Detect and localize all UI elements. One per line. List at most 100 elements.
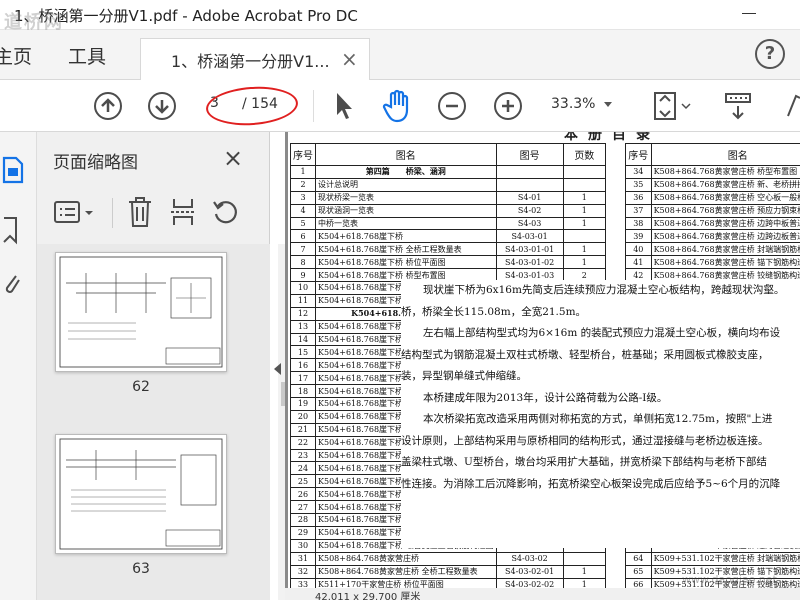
collapse-panel-arrow-icon[interactable] [274,363,281,375]
table-cell: 9 [290,268,316,283]
table-cell: 15 [290,345,316,360]
table-cell: 23 [290,448,316,463]
window-title: 1、桥涵第一分册V1.pdf - Adobe Acrobat Pro DC [14,7,358,25]
table-cell: 14 [290,332,316,347]
table-cell: 65 [625,564,652,579]
table-cell: 24 [290,461,316,476]
table-cell [562,229,607,244]
table-cell: K508+864.768黄家营庄桥 锚下钢筋构造图 [650,255,800,270]
thumbnail-list: 62 63 [37,244,298,600]
table-cell: 16 [290,358,316,373]
zoom-in-button[interactable] [494,92,522,120]
table-cell: 2 [290,177,316,192]
table-cell: 30 [290,538,316,553]
fit-page-icon[interactable] [652,90,692,122]
table-cell [562,165,607,179]
thumbnail-label: 63 [132,561,150,577]
table-cell: 22 [290,435,316,450]
table-cell: K509+531.102干家营庄桥 封端端钢筋构造 [650,551,800,566]
table-cell: 13 [290,319,316,334]
red-annotation-oval [204,83,300,129]
table-cell: 1 [562,190,607,205]
table-cell: K508+864.768黄家营庄桥 桥型布置图 [650,165,800,179]
description-line: 结构型式为钢筋混凝土双柱式桥墩、轻型桥台，桩基础；采用圆板式橡胶支座， [401,348,769,361]
table-cell: 设计总说明 [315,177,497,192]
previous-page-button[interactable] [94,92,122,120]
zoom-out-button[interactable] [438,92,466,120]
table-cell: 8 [290,255,316,270]
tab-home[interactable]: 主页 [0,42,32,69]
plus-icon [502,100,514,112]
description-line: 设计原则，上部结构采用与原桥相同的结构形式，通过湿接缝与老桥边板连接。 [401,434,769,447]
table-cell: 11 [290,293,316,308]
table-cell: 26 [290,487,316,502]
description-line: 装，异型钢单缝式伸缩缝。 [401,370,527,382]
table-cell: 19 [290,397,316,411]
trash-icon[interactable] [127,196,153,228]
description-line: 现状崖下桥为6x16m先简支后连续预应力混凝土空心板结构，跨越现状沟壑。 [423,284,785,296]
minimize-button[interactable] [738,2,778,28]
extract-page-icon[interactable] [169,196,197,228]
tab-tools[interactable]: 工具 [68,42,106,69]
title-bar: 1、桥涵第一分册V1.pdf - Adobe Acrobat Pro DC 道桥… [0,0,800,33]
zoom-dropdown-caret-icon[interactable] [604,102,612,107]
next-page-button[interactable] [148,92,176,120]
table-row: 40 K508+864.768黄家营庄桥 封端端钢筋构造 [625,242,800,257]
table-row: 4 现状涵洞一览表 S4-02 1 [290,203,607,218]
panel-close-button[interactable]: × [223,144,243,172]
table-row: 31 K508+864.768黄家营庄桥 S4-03-02 [290,551,607,566]
thumbnail-drawing [59,438,223,550]
table-cell: 1 [562,255,607,270]
table-cell: 64 [625,551,652,566]
page-thumbnails-icon[interactable] [2,156,24,184]
table-cell: 现状桥梁一览表 [315,190,497,205]
scroll-mode-icon[interactable] [724,92,754,122]
table-cell: 7 [290,242,316,257]
panel-divider [112,198,113,228]
table-row: 41 K508+864.768黄家营庄桥 锚下钢筋构造图 [625,255,800,270]
table-row: 32 K508+864.768黄家营庄桥 全桥工程数量表 S4-03-02-01 1 [290,564,607,579]
tab-close-button[interactable]: × [341,47,358,71]
table-row: 6 K504+618.768崖下桥 S4-03-01 [290,229,607,244]
table-cell: 27 [290,500,316,515]
bookmark-icon[interactable] [2,216,20,246]
rotate-icon[interactable] [212,198,240,226]
table-cell: K504+618.768崖下桥 桥位平面图 [315,255,497,270]
table-cell: K508+864.768黄家营庄桥 [315,551,497,566]
page-thumbnail[interactable] [55,252,227,372]
site-watermark: www.daoqiao.net [682,573,777,586]
table-cell: 41 [625,255,652,270]
options-menu-icon[interactable] [53,200,97,226]
table-row: 36 K508+864.768黄家营庄桥 空心板一般构造 [625,190,800,205]
table-cell: 3 [290,190,316,205]
help-button[interactable]: ? [755,39,785,69]
table-cell: S4-03-02-01 [495,564,564,579]
table-cell: 29 [290,525,316,540]
table-cell: 1 [562,242,607,257]
tab-bar: 主页 工具 1、桥涵第一分册V1... × ? [0,30,800,80]
hand-tool-icon[interactable] [382,89,414,123]
table-row: 37 K508+864.768黄家营庄桥 预应力钢束构造 [625,203,800,218]
table-header: 序号 [290,143,316,166]
left-navigation-rail [0,132,37,600]
table-row: 8 K504+618.768崖下桥 桥位平面图 S4-03-01-02 1 [290,255,607,270]
table-header: 序号 [625,143,652,166]
table-cell: 1 [290,165,316,179]
arrow-up-icon [101,98,115,112]
pen-tool-icon[interactable] [784,94,800,118]
page-thumbnails-panel: 页面缩略图 × 62 63 [37,132,298,600]
tab-document[interactable]: 1、桥涵第一分册V1... × [140,38,370,80]
table-header: 图名 [650,143,800,166]
select-arrow-icon[interactable] [333,91,355,121]
table-row: 34 K508+864.768黄家营庄桥 桥型布置图 [625,165,800,179]
table-row: 7 K504+618.768崖下桥 全桥工程数量表 S4-03-01-01 1 [290,242,607,257]
table-cell: 第四篇 桥梁、涵洞 [315,165,497,179]
table-cell: 36 [625,190,652,205]
page-size-status: 42.011 x 29.700 厘米 [285,588,800,600]
attachment-icon[interactable] [2,270,22,300]
table-cell: K508+864.768黄家营庄桥 全桥工程数量表 [315,564,497,579]
page-thumbnail[interactable] [55,434,227,554]
document-viewer[interactable]: 本册目录 序号 图名 图号 页数 1 第四篇 桥梁、涵洞 2 设计总说明 3 现状桥梁一览表 S4… [285,132,800,600]
table-cell: K508+864.768黄家营庄桥 边跨边板普通钢 [650,229,800,244]
zoom-level-field[interactable]: 33.3% [551,96,595,112]
